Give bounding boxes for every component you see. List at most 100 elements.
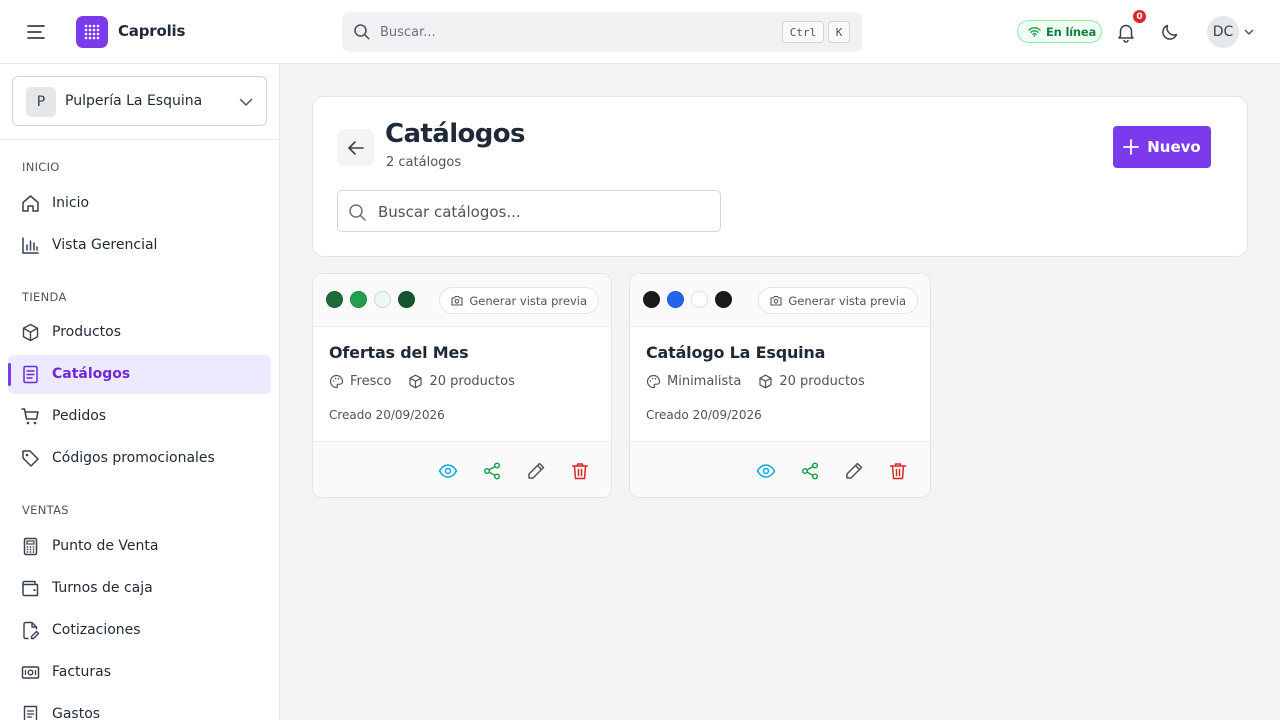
home-icon [21,194,40,213]
sidebar-item-facturas[interactable]: Facturas [8,653,271,692]
bell-icon [1115,21,1137,43]
chevron-down-icon [1243,26,1255,38]
catalog-created-date: Creado 20/09/2026 [329,408,445,422]
color-swatch [715,291,732,308]
sidebar-item-label: Cotizaciones [52,622,141,638]
sidebar-item-pedidos[interactable]: Pedidos [8,397,271,436]
global-search-box[interactable]: Ctrl K [342,12,862,52]
sidebar-item-label: Gastos [52,706,101,720]
sidebar-item-turnos-de-caja[interactable]: Turnos de caja [8,569,271,608]
sidebar-section-inicio: INICIO [22,160,60,174]
catalog-search-box[interactable] [337,190,721,232]
catalog-meta: Minimalista 20 productos [646,374,865,389]
search-icon [353,23,371,41]
sidebar-item-label: Facturas [52,664,112,680]
notifications-button[interactable] [1115,21,1137,43]
sidebar-item-productos[interactable]: Productos [8,313,271,352]
global-search-input[interactable] [380,22,760,42]
tag-icon [21,449,40,468]
sidebar-item-label: Punto de Venta [52,538,159,554]
top-bar: Caprolis Ctrl K En línea 0 DC [0,0,1280,64]
catalog-actions [630,441,930,497]
sidebar-item-vista-gerencial[interactable]: Vista Gerencial [8,226,271,265]
view-icon[interactable] [438,461,458,481]
store-name: Pulpería La Esquina [65,93,203,109]
catalog-product-count: 20 productos [429,374,515,389]
sidebar-item-cotizaciones[interactable]: Cotizaciones [8,611,271,650]
box-icon [21,323,40,342]
search-icon [348,203,367,222]
theme-toggle-button[interactable] [1160,22,1180,42]
edit-icon[interactable] [844,461,864,481]
app-logo-icon[interactable] [76,16,108,48]
sidebar-item-punto-de-venta[interactable]: Punto de Venta [8,527,271,566]
sidebar-item-label: Pedidos [52,408,107,424]
plus-icon [1123,139,1140,155]
store-avatar: P [26,87,56,117]
sidebar-item-codigos-promocionales[interactable]: Códigos promocionales [8,439,271,478]
shortcut-k-key: K [828,21,850,43]
avatar: DC [1207,16,1239,48]
wifi-icon [1028,26,1041,37]
palette-icon [329,374,344,389]
menu-toggle-button[interactable] [24,20,48,44]
sidebar-item-label: Vista Gerencial [52,237,158,253]
sidebar-item-gastos[interactable]: Gastos [8,695,271,720]
color-swatch [398,291,415,308]
color-swatch [667,291,684,308]
catalog-created-date: Creado 20/09/2026 [646,408,762,422]
catalog-search-input[interactable] [378,202,708,222]
generate-preview-button[interactable]: Generar vista previa [758,287,918,314]
receipt-icon [21,705,40,720]
catalog-title: Catálogo La Esquina [646,343,826,362]
catalog-product-count: 20 productos [779,374,865,389]
color-swatch [350,291,367,308]
trash-icon[interactable] [888,461,908,481]
page-header-card: Catálogos 2 catálogos Nuevo [312,96,1248,257]
user-menu-button[interactable]: DC [1207,16,1259,48]
new-catalog-button[interactable]: Nuevo [1113,126,1211,168]
store-selector[interactable]: P Pulpería La Esquina [12,76,267,126]
camera-icon [770,295,782,306]
catalog-card-header: Generar vista previa [313,274,611,327]
sidebar-divider [0,139,279,140]
box-icon [758,374,773,389]
view-icon[interactable] [756,461,776,481]
sidebar: P Pulpería La Esquina INICIO Inicio Vist… [0,64,280,720]
generate-preview-button[interactable]: Generar vista previa [439,287,599,314]
share-icon[interactable] [800,461,820,481]
sidebar-item-label: Inicio [52,195,90,211]
catalog-card[interactable]: Generar vista previa Ofertas del Mes Fre… [312,273,612,498]
sidebar-item-label: Códigos promocionales [52,450,215,466]
edit-icon[interactable] [526,461,546,481]
catalog-actions [313,441,611,497]
sidebar-item-label: Turnos de caja [52,580,153,596]
catalog-card[interactable]: Generar vista previa Catálogo La Esquina… [629,273,931,498]
menu-icon [27,25,45,39]
sidebar-item-catalogos[interactable]: Catálogos [8,355,271,394]
catalog-theme: Minimalista [667,374,742,389]
catalog-meta: Fresco 20 productos [329,374,515,389]
cart-icon [21,407,40,426]
catalog-count: 2 catálogos [386,155,462,170]
wallet-icon [21,579,40,598]
sidebar-item-inicio[interactable]: Inicio [8,184,271,223]
sidebar-section-tienda: TIENDA [22,290,67,304]
back-button[interactable] [337,129,374,166]
sidebar-item-label: Catálogos [52,366,131,382]
sidebar-item-label: Productos [52,324,122,340]
generate-preview-label: Generar vista previa [788,293,906,308]
app-name: Caprolis [118,22,186,40]
palette-icon [646,374,661,389]
camera-icon [451,295,463,306]
share-icon[interactable] [482,461,502,481]
box-icon [408,374,423,389]
catalog-icon [21,365,40,384]
file-edit-icon [21,621,40,640]
moon-icon [1160,22,1180,42]
chevron-down-icon [238,94,254,110]
catalog-theme: Fresco [350,374,392,389]
color-swatch [326,291,343,308]
trash-icon[interactable] [570,461,590,481]
shortcut-ctrl-key: Ctrl [782,21,824,43]
